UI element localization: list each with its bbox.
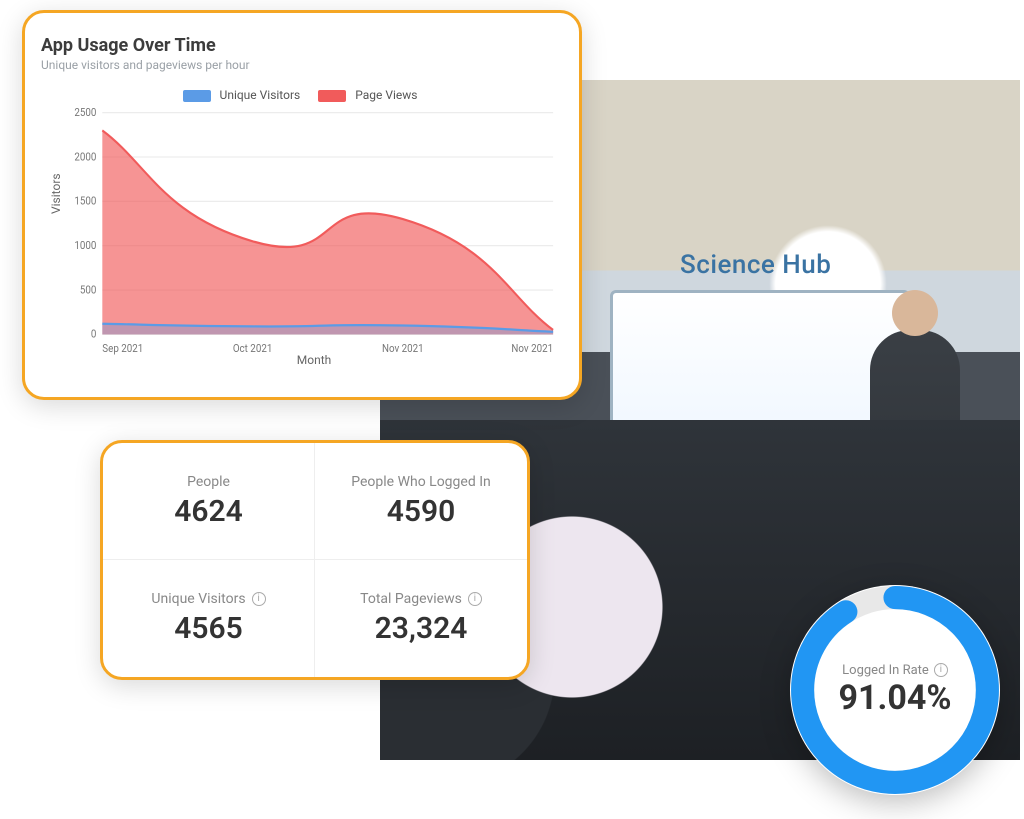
stat-total-pageviews: Total Pageviews i 23,324 xyxy=(315,560,527,677)
svg-text:500: 500 xyxy=(80,283,97,297)
stat-logged-in: People Who Logged In 4590 xyxy=(315,443,527,560)
legend-swatch-blue xyxy=(183,90,211,102)
stat-label-text: Unique Visitors xyxy=(151,591,245,607)
chart-svg: 05001000150020002500 Sep 2021Oct 2021Nov… xyxy=(69,106,559,361)
stat-label: People Who Logged In xyxy=(351,474,490,490)
svg-text:1000: 1000 xyxy=(74,238,96,252)
stat-label-text: Total Pageviews xyxy=(360,591,462,607)
svg-text:0: 0 xyxy=(91,327,97,341)
chart-card: App Usage Over Time Unique visitors and … xyxy=(22,10,582,400)
svg-text:2000: 2000 xyxy=(74,150,96,164)
chart-plot-area: Visitors 05001000150020002500 Sep 2021Oc… xyxy=(69,106,559,361)
stat-value: 4624 xyxy=(174,494,243,529)
series-page-views-area xyxy=(102,130,553,334)
stat-people: People 4624 xyxy=(103,443,315,560)
info-icon[interactable]: i xyxy=(468,592,482,606)
chart-title: App Usage Over Time xyxy=(41,35,559,56)
gauge-value: 91.04% xyxy=(838,678,951,718)
gauge-label: Logged In Rate i xyxy=(842,663,948,678)
chart-xaxis-label: Month xyxy=(69,353,559,367)
stat-value: 4565 xyxy=(174,611,243,646)
stat-unique-visitors: Unique Visitors i 4565 xyxy=(103,560,315,677)
chart-yaxis-label: Visitors xyxy=(49,173,63,214)
legend-label-uv: Unique Visitors xyxy=(220,88,301,102)
stat-label: Total Pageviews i xyxy=(360,591,482,607)
gauge-label-text: Logged In Rate xyxy=(842,663,929,678)
svg-text:1500: 1500 xyxy=(74,194,96,208)
chart-legend: Unique Visitors Page Views xyxy=(41,88,559,102)
stat-value: 4590 xyxy=(387,494,456,529)
photo-sign-text: Science Hub xyxy=(680,250,831,280)
chart-subtitle: Unique visitors and pageviews per hour xyxy=(41,58,559,72)
info-icon[interactable]: i xyxy=(934,663,948,677)
legend-swatch-red xyxy=(318,90,346,102)
svg-text:2500: 2500 xyxy=(74,106,96,119)
legend-item-unique-visitors[interactable]: Unique Visitors xyxy=(183,88,301,102)
legend-label-pv: Page Views xyxy=(355,88,417,102)
info-icon[interactable]: i xyxy=(252,592,266,606)
stat-label: People xyxy=(187,474,230,490)
stat-value: 23,324 xyxy=(375,611,468,646)
chart-yaxis-ticks: 0 500 1000 1500 2000 2500 xyxy=(74,106,96,341)
stat-label: Unique Visitors i xyxy=(151,591,265,607)
legend-item-page-views[interactable]: Page Views xyxy=(318,88,417,102)
stats-card: People 4624 People Who Logged In 4590 Un… xyxy=(100,440,530,680)
gauge-card: Logged In Rate i 91.04% xyxy=(790,585,1000,795)
